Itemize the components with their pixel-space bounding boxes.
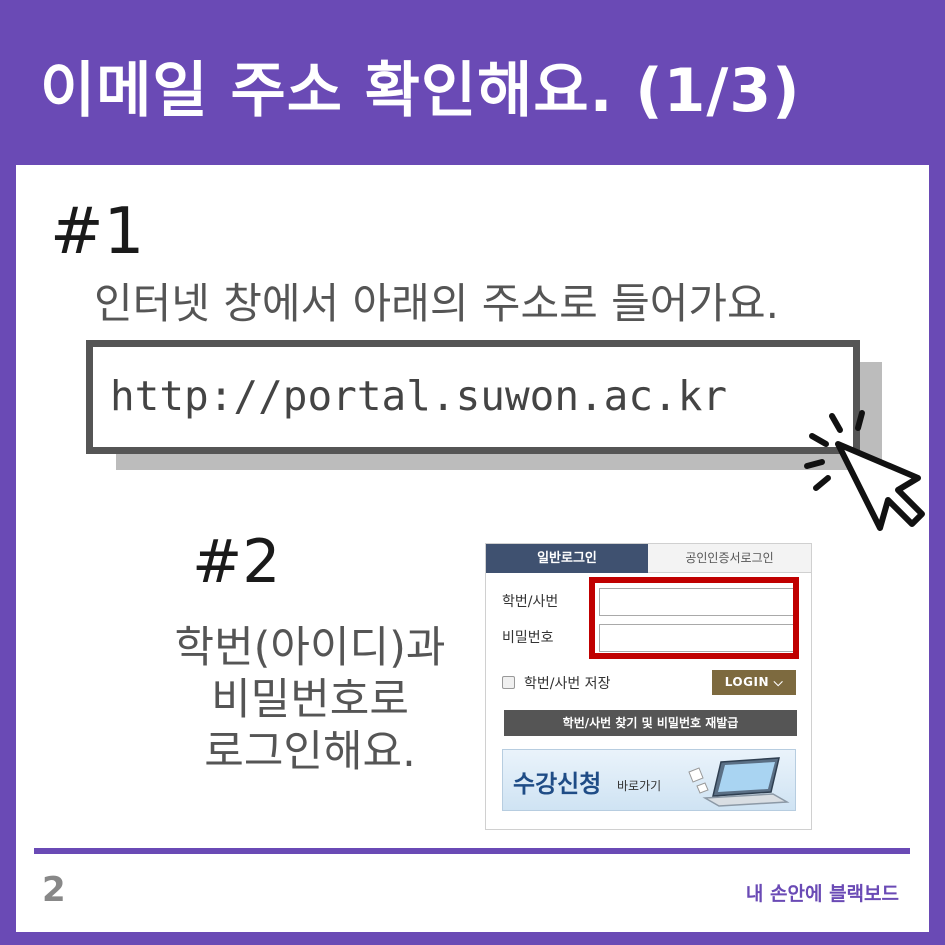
chevron-down-icon: ⌵ [773, 675, 784, 689]
highlight-box [589, 577, 799, 659]
id-label: 학번/사번 [502, 594, 559, 610]
tab-cert-login[interactable]: 공인인증서로그인 [648, 544, 811, 573]
step2-line-2: 비밀번호로 [211, 675, 409, 725]
login-button-label: LOGIN [724, 675, 769, 689]
step2-line-1: 학번(아이디)과 [174, 623, 446, 673]
laptop-icon [688, 757, 790, 807]
save-id-label: 학번/사번 저장 [524, 676, 611, 692]
page-number: 2 [42, 870, 66, 910]
tab-general-login[interactable]: 일반로그인 [486, 544, 648, 573]
course-registration-banner[interactable]: 수강신청 바로가기 [502, 749, 796, 811]
banner-subtitle: 바로가기 [617, 779, 662, 793]
page-title: 이메일 주소 확인해요. (1/3) [40, 56, 801, 126]
find-account-button[interactable]: 학번/사번 찾기 및 비밀번호 재발급 [504, 710, 797, 736]
login-widget: 일반로그인 공인인증서로그인 학번/사번 비밀번호 학번/사번 저장 LOGIN… [485, 543, 812, 830]
banner-title: 수강신청 [513, 770, 602, 798]
step2-instruction: 학번(아이디)과 비밀번호로 로그인해요. [150, 622, 470, 778]
save-id-checkbox[interactable] [502, 676, 515, 689]
step2-line-3: 로그인해요. [204, 727, 416, 777]
login-button[interactable]: LOGIN ⌵ [712, 670, 796, 695]
url-text[interactable]: http://portal.suwon.ac.kr [110, 372, 727, 420]
password-label: 비밀번호 [502, 630, 554, 646]
step1-instruction: 인터넷 창에서 아래의 주소로 들어가요. [94, 279, 779, 328]
step1-number: #1 [50, 195, 145, 269]
click-cursor-icon [804, 410, 925, 531]
step2-number: #2 [192, 527, 281, 597]
brand-name: 내 손안에 블랙보드 [745, 883, 899, 905]
footer-divider [34, 848, 910, 854]
